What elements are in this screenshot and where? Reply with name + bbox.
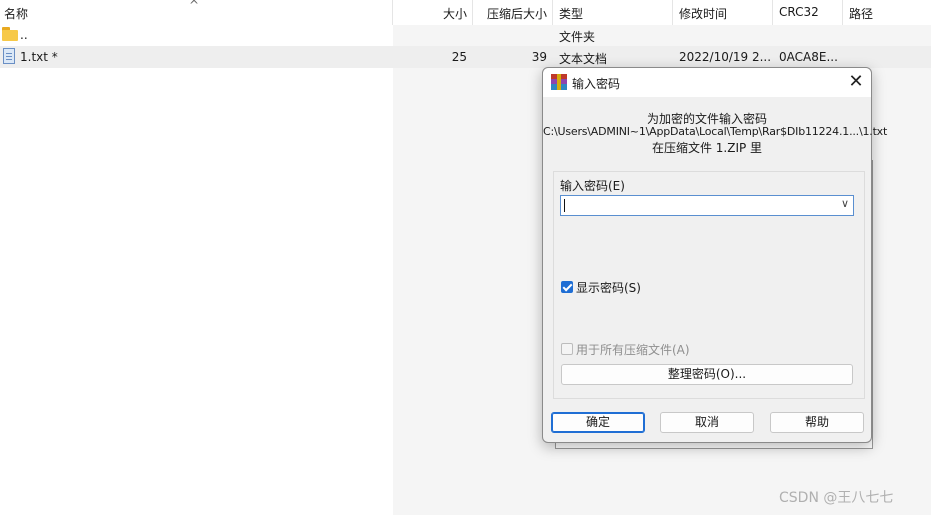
row-packed-size: 39 xyxy=(531,50,547,64)
row-type: 文本文档 xyxy=(559,52,608,66)
column-modified[interactable]: 修改时间 xyxy=(679,5,727,22)
use-for-all-checkbox[interactable] xyxy=(561,343,573,355)
close-icon[interactable]: ✕ xyxy=(843,70,869,94)
column-size[interactable]: 大小 xyxy=(443,5,467,22)
chevron-down-icon[interactable]: ∨ xyxy=(841,197,849,210)
file-list-pane xyxy=(0,0,393,515)
row-size: 25 xyxy=(451,50,467,64)
table-row[interactable]: .. 文件夹 xyxy=(0,24,931,46)
column-divider[interactable] xyxy=(842,0,843,25)
column-divider[interactable] xyxy=(672,0,673,25)
column-divider[interactable] xyxy=(772,0,773,25)
row-modified: 2022/10/19 2... xyxy=(679,50,772,64)
archive-name: 在压缩文件 1.ZIP 里 xyxy=(651,141,763,155)
dialog-titlebar[interactable]: 输入密码 ✕ xyxy=(543,68,871,97)
password-label: 输入密码(E) xyxy=(560,179,625,193)
use-for-all-label: 用于所有压缩文件(A) xyxy=(576,343,690,357)
show-password-label[interactable]: 显示密码(S) xyxy=(576,279,641,296)
column-divider[interactable] xyxy=(392,0,393,25)
column-divider[interactable] xyxy=(472,0,473,25)
row-type: 文件夹 xyxy=(559,30,596,44)
ok-button[interactable]: 确定 xyxy=(551,412,645,433)
watermark: CSDN @王八七七 xyxy=(779,490,894,506)
show-password-checkbox[interactable] xyxy=(561,281,573,293)
organize-passwords-button[interactable]: 整理密码(O)... xyxy=(561,364,853,385)
help-button[interactable]: 帮助 xyxy=(770,412,864,433)
text-cursor xyxy=(564,199,565,212)
cancel-button[interactable]: 取消 xyxy=(660,412,754,433)
column-crc32[interactable]: CRC32 xyxy=(779,5,819,19)
sort-ascending-icon: ^ xyxy=(189,0,200,12)
password-dialog: 输入密码 ✕ 为加密的文件输入密码 C:\Users\ADMINI~1\AppD… xyxy=(542,67,888,443)
text-file-icon xyxy=(3,48,15,64)
row-name: 1.txt * xyxy=(20,50,58,64)
row-crc32: 0ACA8E... xyxy=(779,50,838,64)
password-input[interactable]: ∨ xyxy=(560,195,854,216)
folder-icon xyxy=(2,27,18,41)
row-name: .. xyxy=(20,28,28,42)
column-path[interactable]: 路径 xyxy=(849,5,873,22)
dialog-title: 输入密码 xyxy=(572,77,621,91)
column-name[interactable]: 名称 xyxy=(4,5,28,22)
winrar-icon xyxy=(551,74,567,90)
column-type[interactable]: 类型 xyxy=(559,5,583,22)
table-row[interactable]: 1.txt * 25 39 文本文档 2022/10/19 2... 0ACA8… xyxy=(0,46,931,68)
column-divider[interactable] xyxy=(552,0,553,25)
column-header: 名称 ^ 大小 压缩后大小 类型 修改时间 CRC32 路径 xyxy=(0,0,931,25)
file-path: C:\Users\ADMINI~1\AppData\Local\Temp\Rar… xyxy=(543,125,888,138)
column-packed-size[interactable]: 压缩后大小 xyxy=(487,5,547,22)
